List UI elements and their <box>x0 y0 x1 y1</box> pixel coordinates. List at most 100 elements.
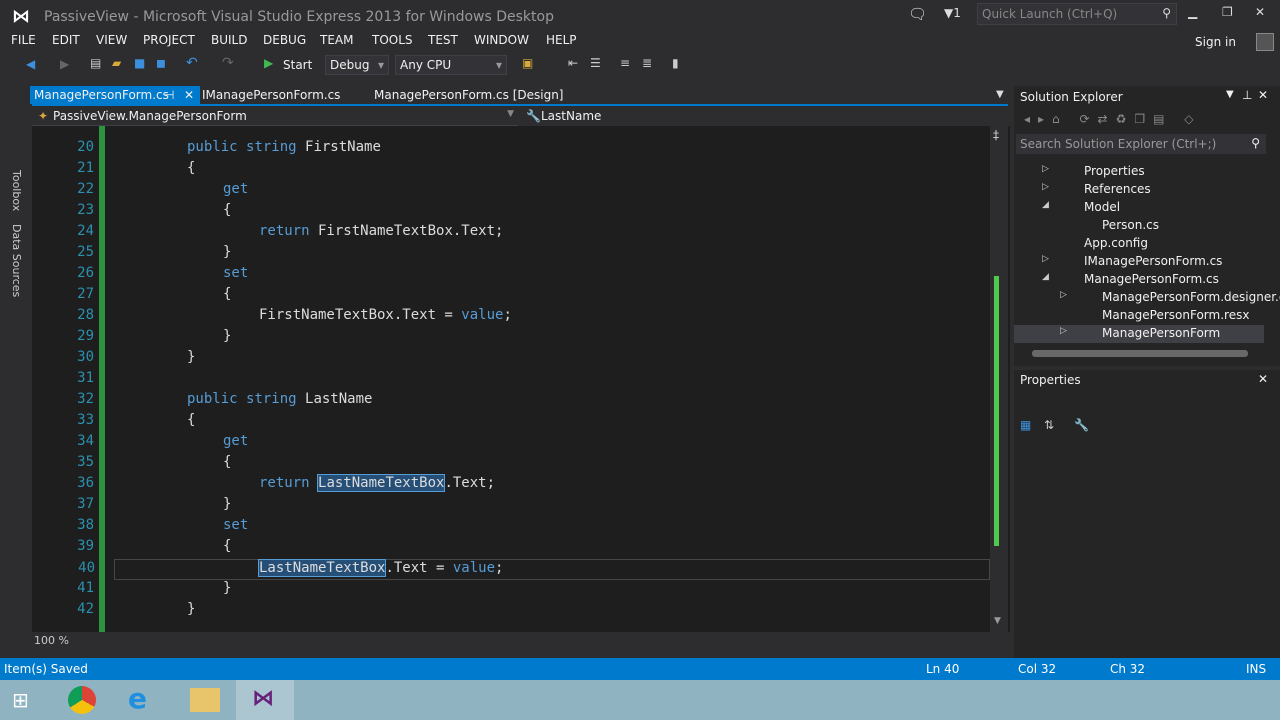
expand-arrow-icon[interactable]: ▷ <box>1060 290 1067 300</box>
notifications-icon[interactable]: ▼1 <box>944 6 961 20</box>
solution-tree-item[interactable]: ManagePersonForm.resx <box>1014 307 1264 325</box>
line-number: 35 <box>77 454 94 470</box>
member-navigator[interactable]: 🔧 LastName <box>522 106 1008 126</box>
expand-arrow-icon[interactable]: ◢ <box>1042 200 1049 210</box>
expand-arrow-icon[interactable]: ▷ <box>1042 182 1049 192</box>
solution-tree-item[interactable]: ◢ ManagePersonForm.cs <box>1014 271 1264 289</box>
code-line: 20 public string FirstName <box>32 139 992 160</box>
solution-explorer-title: Solution Explorer <box>1020 90 1123 104</box>
menu-build[interactable]: BUILD <box>211 33 247 47</box>
bookmark-icon[interactable]: ▮ <box>672 56 679 70</box>
config-select[interactable]: Debug ▾ <box>325 55 389 75</box>
side-tool-tabs: Toolbox Data Sources <box>0 84 28 658</box>
visual-studio-taskbar-button[interactable]: ⋈ <box>236 680 294 720</box>
code-editor[interactable]: 20 public string FirstName 21 {22 get 23 {24 re… <box>32 126 1010 632</box>
pin-icon[interactable]: ⊣ <box>164 88 174 102</box>
start-icon[interactable]: ▶ <box>264 56 273 70</box>
properties-panel: Properties ✕ ▦ ⇅ 🔧 <box>1014 370 1280 658</box>
menu-file[interactable]: FILE <box>11 33 36 47</box>
vertical-scrollbar[interactable]: ‡ ▼ <box>990 126 1008 632</box>
horizontal-scrollbar[interactable] <box>1032 350 1248 357</box>
code-line: 24 return FirstNameTextBox.Text; <box>32 223 992 244</box>
solution-tree-item[interactable]: ▷ ManagePersonForm.designer.cs <box>1014 289 1280 307</box>
line-number: 25 <box>77 244 94 260</box>
tab-managepersonform-cs[interactable]: ManagePersonForm.cs ⊣ ✕ <box>30 86 200 104</box>
line-number: 34 <box>77 433 94 449</box>
uncomment-icon[interactable]: ≣ <box>642 56 652 70</box>
solution-tree-item[interactable]: ◢ Model <box>1014 199 1264 217</box>
close-panel-icon[interactable]: ✕ <box>1258 372 1268 386</box>
forward-icon[interactable]: ▶ <box>60 57 69 71</box>
restore-button[interactable]: ❐ <box>1222 5 1233 19</box>
redo-icon[interactable]: ↷ <box>222 55 234 71</box>
new-project-icon[interactable]: ▤ <box>90 56 101 70</box>
menu-team[interactable]: TEAM <box>320 33 353 47</box>
solution-tree-item[interactable]: ▷ References <box>1014 181 1264 199</box>
solution-item-label: Properties <box>1084 164 1145 178</box>
minimize-button[interactable]: ▁ <box>1188 5 1197 19</box>
data-sources-tab[interactable]: Data Sources <box>10 224 23 297</box>
windows-start-icon[interactable]: ⊞ <box>12 688 29 712</box>
menu-edit[interactable]: EDIT <box>52 33 80 47</box>
search-placeholder: Search Solution Explorer (Ctrl+;) <box>1020 137 1217 151</box>
split-icon[interactable]: ‡ <box>993 128 999 142</box>
categorized-icon[interactable]: ▦ <box>1020 418 1031 432</box>
open-folder-icon[interactable]: ▰ <box>112 56 121 70</box>
close-panel-icon[interactable]: ✕ <box>1258 88 1268 102</box>
solution-tree-item[interactable]: ▷ ManagePersonForm <box>1014 325 1264 343</box>
quick-launch-input[interactable]: Quick Launch (Ctrl+Q) ⚲ <box>977 3 1177 25</box>
toolbox-tab[interactable]: Toolbox <box>10 170 23 211</box>
save-icon[interactable]: ■ <box>134 56 145 70</box>
platform-select[interactable]: Any CPU ▾ <box>395 55 507 75</box>
solution-toolbar-icons[interactable]: ◂▸⌂ ⟳⇄♻❐▤ ◇ <box>1024 112 1201 126</box>
alphabetical-icon[interactable]: ⇅ <box>1044 418 1054 432</box>
menu-help[interactable]: HELP <box>546 33 577 47</box>
menu-project[interactable]: PROJECT <box>143 33 195 47</box>
panel-menu-icon[interactable]: ▼ <box>1226 89 1234 100</box>
step-icon[interactable]: ⇤ <box>568 56 578 70</box>
code-line: 25} <box>32 244 992 265</box>
solution-tree-item[interactable]: ▷ Properties <box>1014 163 1264 181</box>
tab-imanagepersonform-cs[interactable]: IManagePersonForm.cs <box>198 86 344 104</box>
comment-icon[interactable]: ≡ <box>620 56 630 70</box>
feedback-icon[interactable]: 🗨 <box>908 5 927 23</box>
find-in-files-icon[interactable]: ▣ <box>522 56 533 70</box>
class-navigator[interactable]: ✦ PassiveView.ManagePersonForm ▼ <box>32 106 518 126</box>
internet-explorer-icon[interactable]: e <box>128 682 147 715</box>
file-explorer-icon[interactable] <box>190 688 220 712</box>
close-tab-icon[interactable]: ✕ <box>184 88 194 102</box>
code-line: 41} <box>32 580 992 601</box>
start-button[interactable]: Start <box>283 58 312 72</box>
line-number: 23 <box>77 202 94 218</box>
expand-arrow-icon[interactable]: ◢ <box>1042 272 1049 282</box>
sign-in-link[interactable]: Sign in <box>1195 35 1236 49</box>
menu-test[interactable]: TEST <box>428 33 458 47</box>
code-line: 37} <box>32 496 992 517</box>
back-icon[interactable]: ◀ <box>26 57 35 71</box>
expand-arrow-icon[interactable]: ▷ <box>1060 326 1067 336</box>
solution-tree-item[interactable]: ▷ IManagePersonForm.cs <box>1014 253 1264 271</box>
solution-tree-item[interactable]: App.config <box>1014 235 1264 253</box>
zoom-level[interactable]: 100 % <box>34 634 69 647</box>
expand-arrow-icon[interactable]: ▷ <box>1042 254 1049 264</box>
pin-icon[interactable]: ⊥ <box>1242 88 1252 102</box>
undo-icon[interactable]: ↶ <box>186 55 198 71</box>
outline-icon[interactable]: ☰ <box>590 56 601 70</box>
menu-window[interactable]: WINDOW <box>474 33 529 47</box>
search-icon: ⚲ <box>1162 6 1171 20</box>
tab-managepersonform-design[interactable]: ManagePersonForm.cs [Design] <box>370 86 568 104</box>
solution-search-input[interactable]: Search Solution Explorer (Ctrl+;) ⚲ <box>1016 134 1266 154</box>
avatar[interactable] <box>1256 33 1274 51</box>
menu-view[interactable]: VIEW <box>96 33 127 47</box>
menu-debug[interactable]: DEBUG <box>263 33 306 47</box>
chrome-icon[interactable] <box>68 686 96 714</box>
line-number: 29 <box>77 328 94 344</box>
expand-arrow-icon[interactable]: ▷ <box>1042 164 1049 174</box>
solution-item-label: Person.cs <box>1102 218 1159 232</box>
menu-tools[interactable]: TOOLS <box>372 33 413 47</box>
close-button[interactable]: ✕ <box>1255 5 1265 19</box>
save-all-icon[interactable]: ◼ <box>156 56 166 70</box>
tab-overflow-icon[interactable]: ▼ <box>996 89 1004 100</box>
solution-tree-item[interactable]: Person.cs <box>1014 217 1264 235</box>
property-pages-icon[interactable]: 🔧 <box>1074 418 1089 432</box>
